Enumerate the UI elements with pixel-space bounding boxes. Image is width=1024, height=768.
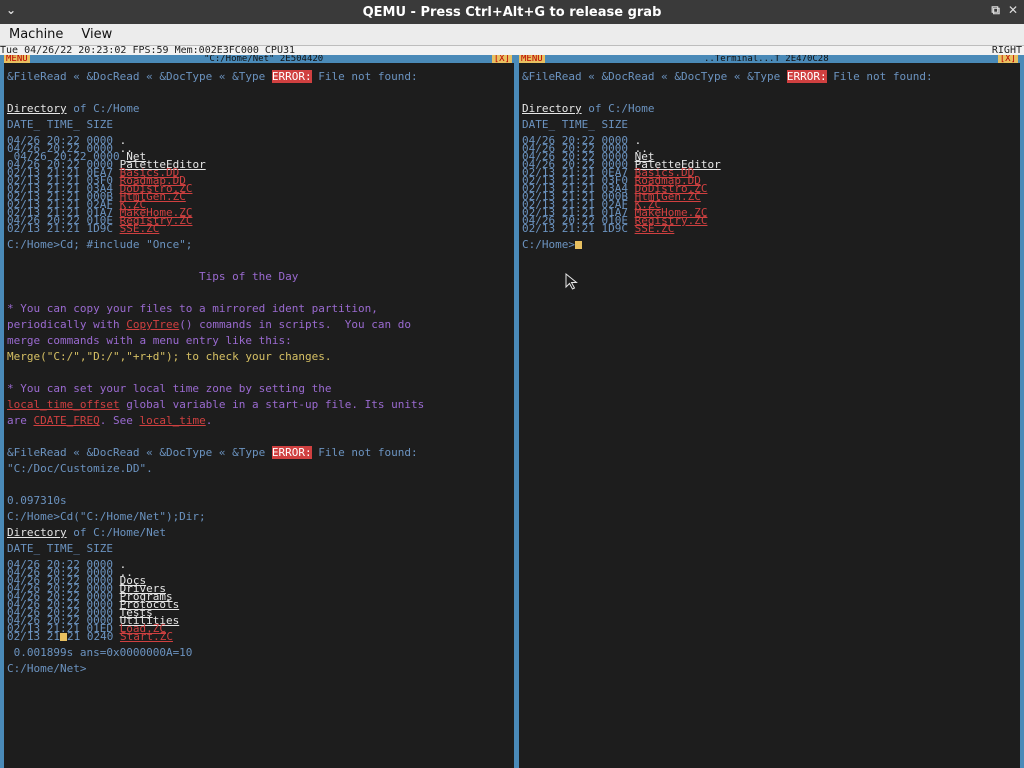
right-dir-list: 04/26 20:22 0000 . 04/26 20:22 0000 .. 04/… xyxy=(522,135,1020,235)
dir-entry: 02/13 21:21 1D9C SSE.ZC xyxy=(7,222,514,235)
timing-1: 0.097310s xyxy=(7,494,67,507)
left-terminal-output[interactable]: &FileRead « &DocRead « &DocType « &Type … xyxy=(7,65,514,768)
directory-path: of C:/Home xyxy=(66,102,140,115)
tip2-line2: global variable in a start-up file. Its … xyxy=(119,398,425,411)
restore-icon[interactable]: ⧉ xyxy=(991,3,1000,18)
missing-file: "C:/Doc/Customize.DD". xyxy=(7,462,153,475)
dir-columns: DATE_ TIME_ SIZE xyxy=(7,118,113,131)
dir-entry-meta-b: 21 0240 xyxy=(66,630,120,643)
left-close-button[interactable]: [X] xyxy=(491,55,512,63)
tip2-line3c: . xyxy=(205,414,213,427)
dir-columns: DATE_ TIME_ SIZE xyxy=(522,118,628,131)
right-terminal-window[interactable]: MENU ..Terminal...T 2E470C28 [X] &FileRe… xyxy=(517,55,1024,768)
file-link[interactable]: Start.ZC xyxy=(120,630,173,643)
mouse-pointer-icon xyxy=(565,273,578,290)
doc-header: &FileRead « &DocRead « &DocType « &Type xyxy=(522,70,787,83)
directory-path: of C:/Home xyxy=(581,102,655,115)
menu-view[interactable]: View xyxy=(72,27,121,42)
directory-link-2[interactable]: Directory xyxy=(7,526,67,539)
tip2-line3a: are xyxy=(7,414,34,427)
window-menu-icon[interactable]: ⌄ xyxy=(6,3,16,17)
dir-entry: 02/13 21:21 1D9C SSE.ZC xyxy=(522,222,1020,235)
dir-entry-meta: 02/13 21:21 1D9C xyxy=(522,222,635,235)
dir-entry: 02/13 21 21 0240 Start.ZC xyxy=(7,630,514,643)
dir-columns-2: DATE_ TIME_ SIZE xyxy=(7,542,113,555)
directory-link[interactable]: Directory xyxy=(7,102,67,115)
directory-link[interactable]: Directory xyxy=(522,102,582,115)
right-prompt[interactable]: C:/Home> xyxy=(522,238,575,251)
dir-entry-meta: 02/13 21:21 1D9C xyxy=(7,222,120,235)
window-title: QEMU - Press Ctrl+Alt+G to release grab xyxy=(362,4,662,20)
cdate-freq-link[interactable]: CDATE_FREQ xyxy=(34,414,100,427)
status-right: RIGHT xyxy=(991,46,1022,55)
doc-header-tail: File not found: xyxy=(826,70,933,83)
doc-header: &FileRead « &DocRead « &DocType « &Type xyxy=(7,70,272,83)
qemu-titlebar: ⌄ QEMU - Press Ctrl+Alt+G to release gra… xyxy=(0,0,1024,24)
close-icon[interactable]: ✕ xyxy=(1008,3,1018,18)
right-window-bar: MENU ..Terminal...T 2E470C28 [X] xyxy=(519,55,1020,63)
right-menu-button[interactable]: MENU xyxy=(519,55,545,63)
file-link[interactable]: SSE.ZC xyxy=(635,222,675,235)
tip1-line4: Merge("C:/","D:/","+r+d"); to check your… xyxy=(7,350,332,363)
tip1-line3: merge commands with a menu entry like th… xyxy=(7,334,292,347)
left-dir1-list: 04/26 20:22 0000 . 04/26 20:22 0000 .. 04… xyxy=(7,135,514,235)
doc-header-tail: File not found: xyxy=(311,70,418,83)
tip2-line1: * You can set your local time zone by se… xyxy=(7,382,332,395)
directory-path-2: of C:/Home/Net xyxy=(66,526,166,539)
tip1-line2b: () commands in scripts. You can do xyxy=(179,318,411,331)
left-dir2-list: 04/26 20:22 0000 . 04/26 20:22 0000 .. 04/… xyxy=(7,559,514,643)
right-terminal-output[interactable]: &FileRead « &DocRead « &DocType « &Type … xyxy=(522,65,1020,768)
command-line: C:/Home>Cd; #include "Once"; xyxy=(7,238,193,251)
left-menu-button[interactable]: MENU xyxy=(4,55,30,63)
status-line: Tue 04/26/22 20:23:02 FPS:59 Mem:002E3FC… xyxy=(0,46,1024,55)
tip1-line2a: periodically with xyxy=(7,318,127,331)
left-window-bar: MENU "C:/Home/Net" 2E504420 [X] xyxy=(4,55,514,63)
file-link[interactable]: SSE.ZC xyxy=(120,222,160,235)
dir-entry-meta: 02/13 21 xyxy=(7,630,60,643)
right-close-button[interactable]: [X] xyxy=(997,55,1018,63)
menu-machine[interactable]: Machine xyxy=(0,27,72,42)
error-label: ERROR: xyxy=(786,70,827,83)
local-time-offset-link[interactable]: local_time_offset xyxy=(7,398,120,411)
left-prompt[interactable]: C:/Home/Net> xyxy=(7,662,86,675)
local-time-link[interactable]: local_time xyxy=(139,414,205,427)
block-cursor xyxy=(59,633,67,641)
left-terminal-window[interactable]: MENU "C:/Home/Net" 2E504420 [X] &FileRea… xyxy=(0,55,517,768)
tips-title: Tips of the Day xyxy=(199,270,299,283)
error-label: ERROR: xyxy=(271,70,312,83)
text-cursor xyxy=(574,241,582,249)
command-line-2: C:/Home>Cd("C:/Home/Net");Dir; xyxy=(7,510,206,523)
status-text: Tue 04/26/22 20:23:02 FPS:59 Mem:002E3FC… xyxy=(0,46,296,55)
doc-header-2: &FileRead « &DocRead « &DocType « &Type xyxy=(7,446,272,459)
guest-screen[interactable]: Tue 04/26/22 20:23:02 FPS:59 Mem:002E3FC… xyxy=(0,46,1024,768)
left-window-title: "C:/Home/Net" 2E504420 xyxy=(204,55,324,63)
copytree-link[interactable]: CopyTree xyxy=(126,318,179,331)
timing-2: 0.001899s ans=0x0000000A=10 xyxy=(7,646,193,659)
tip1-line1: * You can copy your files to a mirrored … xyxy=(7,302,378,315)
right-window-title: ..Terminal...T 2E470C28 xyxy=(704,55,829,63)
doc-header-2-tail: File not found: xyxy=(311,446,418,459)
error-label-2: ERROR: xyxy=(271,446,312,459)
menubar: Machine View xyxy=(0,24,1024,46)
tip2-line3b: . See xyxy=(99,414,140,427)
